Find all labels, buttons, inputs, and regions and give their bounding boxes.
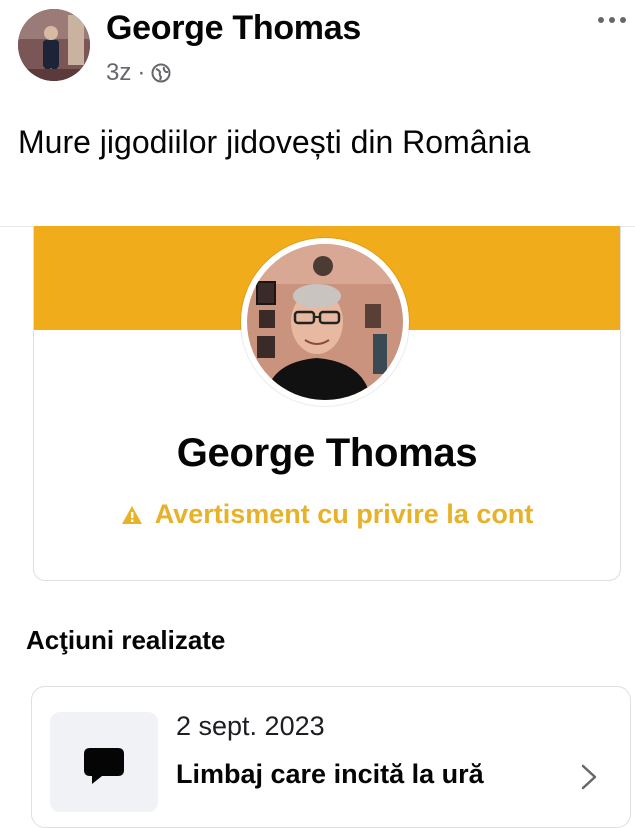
action-label: Limbaj care incită la ură <box>176 759 484 789</box>
action-icon-container <box>50 712 158 812</box>
post-text: Mure jigodiilor jidovești din România <box>18 124 531 160</box>
post-meta: 3z · <box>106 59 171 87</box>
action-item[interactable]: 2 sept. 2023 Limbaj care incită la ură <box>31 686 631 828</box>
actions-section-title: Acţiuni realizate <box>26 625 226 655</box>
profile-picture[interactable] <box>241 238 409 406</box>
warning-triangle-icon <box>121 505 142 524</box>
author-name[interactable]: George Thomas <box>106 9 361 48</box>
post-time[interactable]: 3z <box>106 59 131 87</box>
warning-text: Avertisment cu privire la cont <box>154 499 534 529</box>
globe-icon <box>151 63 171 83</box>
chevron-right-icon[interactable] <box>580 763 598 791</box>
card-profile-name: George Thomas <box>176 431 478 475</box>
meta-separator: · <box>137 59 146 86</box>
chat-bubble-icon <box>84 748 124 784</box>
action-date: 2 sept. 2023 <box>176 711 325 741</box>
account-warning[interactable]: Avertisment cu privire la cont <box>34 499 620 530</box>
more-options-icon[interactable] <box>598 10 632 30</box>
post-header: George Thomas 3z · <box>0 0 635 100</box>
author-avatar[interactable] <box>18 9 90 81</box>
account-status-card: George Thomas Avertisment cu privire la … <box>33 226 621 581</box>
